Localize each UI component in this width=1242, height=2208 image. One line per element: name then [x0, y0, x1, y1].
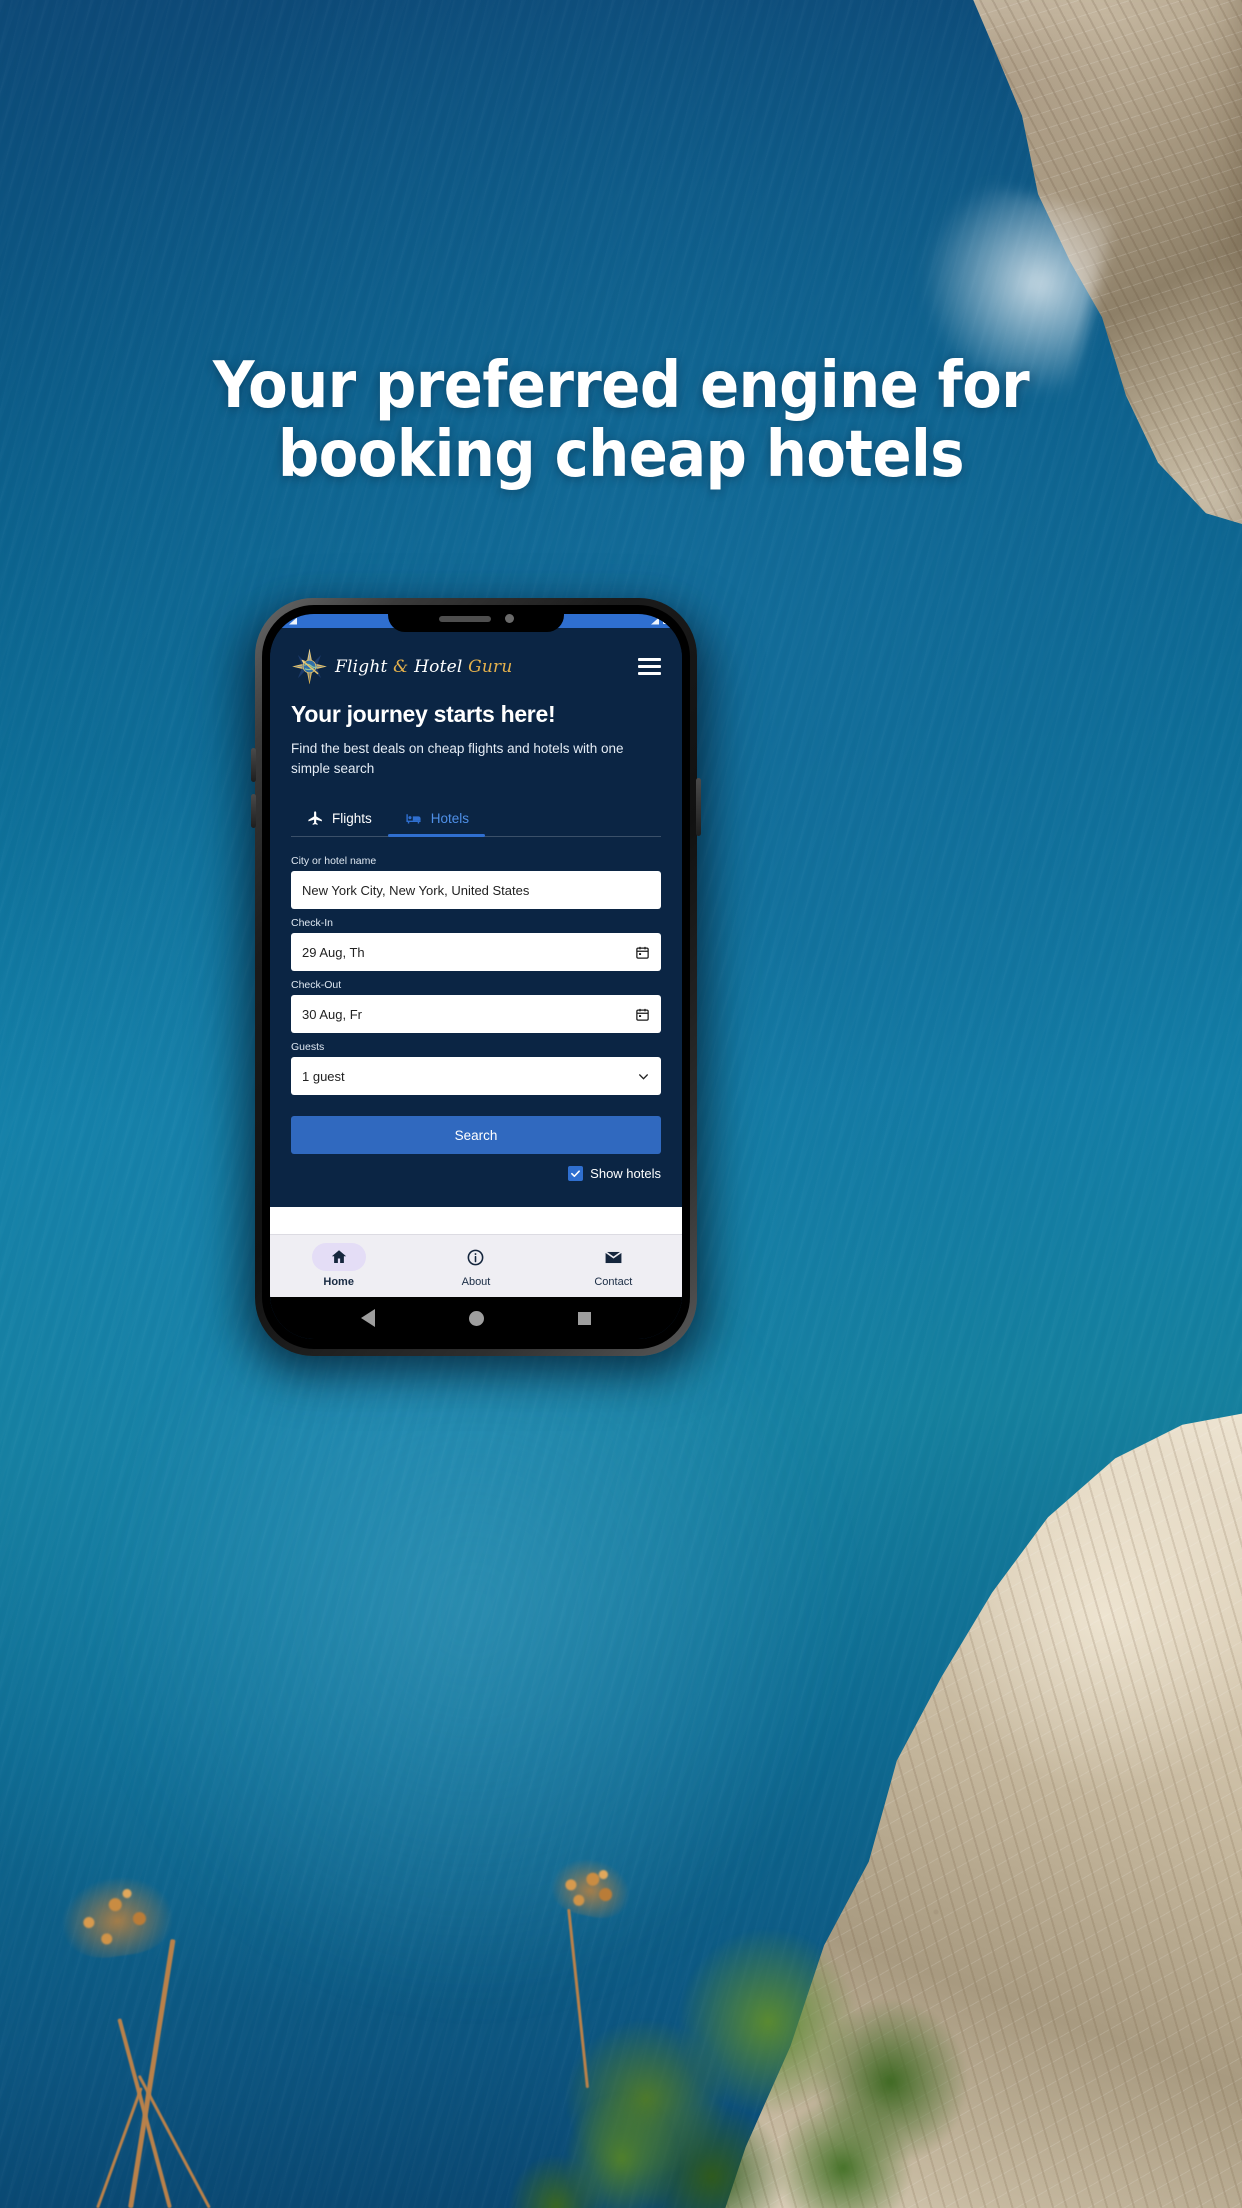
- field-destination: City or hotel name New York City, New Yo…: [291, 855, 661, 910]
- info-icon: [449, 1243, 503, 1271]
- signal-icon: [651, 617, 659, 625]
- nav-label-contact: Contact: [594, 1276, 633, 1288]
- phone-frame: Flight & Hotel Guru Your journey starts …: [251, 598, 701, 1356]
- hamburger-line: [638, 658, 661, 661]
- search-button[interactable]: Search: [291, 1116, 661, 1155]
- checkin-input[interactable]: 29 Aug, Th: [291, 933, 661, 972]
- guests-value: 1 guest: [302, 1068, 345, 1084]
- field-checkout: Check-Out 30 Aug, Fr: [291, 979, 661, 1034]
- logo-word-hotel: Hotel: [414, 656, 463, 677]
- field-guests: Guests 1 guest: [291, 1041, 661, 1096]
- volume-button[interactable]: [251, 794, 256, 828]
- hero-title: Your journey starts here!: [291, 701, 556, 727]
- checkin-label: Check-In: [291, 917, 334, 930]
- bed-icon: [404, 810, 423, 827]
- brand-logo-text: Flight & Hotel Guru: [335, 657, 513, 677]
- battery-icon: [663, 618, 675, 624]
- show-hotels-row[interactable]: Show hotels: [291, 1166, 661, 1182]
- page-headline: Your preferred engine for booking cheap …: [212, 349, 1030, 493]
- nav-label-about: About: [461, 1276, 491, 1288]
- wifi-icon: [277, 619, 285, 625]
- envelope-icon: [586, 1243, 640, 1271]
- back-triangle-icon[interactable]: [361, 1309, 375, 1327]
- guests-select[interactable]: 1 guest: [291, 1057, 661, 1096]
- calendar-icon[interactable]: [635, 1007, 650, 1022]
- nav-item-home[interactable]: Home: [270, 1243, 407, 1288]
- destination-label: City or hotel name: [291, 855, 377, 868]
- status-bar-left: [277, 617, 297, 625]
- compass-star-icon: [291, 648, 328, 685]
- logo-ampersand: &: [393, 656, 409, 677]
- phone-mockup: Flight & Hotel Guru Your journey starts …: [241, 598, 711, 1372]
- nav-item-contact[interactable]: Contact: [545, 1243, 682, 1288]
- phone-notch: [388, 605, 564, 632]
- hero-section: Your journey starts here! Find the best …: [270, 689, 682, 778]
- shrub-bottom-center: [472, 1948, 772, 2208]
- hero-subtitle: Find the best deals on cheap flights and…: [291, 741, 624, 776]
- android-navigation-bar: [270, 1297, 682, 1339]
- show-hotels-label: Show hotels: [590, 1166, 661, 1182]
- home-icon: [311, 1243, 366, 1271]
- why-use-section: Why use our search engine: Privacy & Coo…: [270, 1207, 682, 1234]
- checkout-value: 30 Aug, Fr: [302, 1006, 362, 1022]
- checkout-input[interactable]: 30 Aug, Fr: [291, 995, 661, 1034]
- chevron-down-icon: [637, 1070, 650, 1083]
- bottom-navigation: Home About Contact: [270, 1234, 682, 1297]
- checkout-label: Check-Out: [291, 979, 342, 992]
- app-header: Flight & Hotel Guru: [270, 628, 682, 689]
- logo-word-guru: Guru: [468, 656, 513, 677]
- show-hotels-checkbox[interactable]: [568, 1166, 584, 1182]
- hamburger-menu-icon[interactable]: [638, 658, 661, 675]
- phone-screen: Flight & Hotel Guru Your journey starts …: [270, 614, 682, 1339]
- nav-label-home: Home: [323, 1276, 354, 1288]
- tab-flights[interactable]: Flights: [291, 802, 388, 836]
- brand-logo[interactable]: Flight & Hotel Guru: [291, 648, 513, 685]
- hamburger-line: [638, 665, 661, 668]
- front-camera-icon: [504, 614, 514, 623]
- status-bar-right: [651, 617, 675, 625]
- tab-flights-label: Flights: [332, 811, 372, 827]
- app-scroll-area[interactable]: Flight & Hotel Guru Your journey starts …: [270, 628, 682, 1234]
- airplane-icon: [307, 810, 324, 827]
- destination-input[interactable]: New York City, New York, United States: [291, 871, 661, 910]
- volume-button[interactable]: [251, 748, 256, 782]
- field-checkin: Check-In 29 Aug, Th: [291, 917, 661, 972]
- logo-word-flight: Flight: [335, 656, 388, 677]
- phone-bezel: Flight & Hotel Guru Your journey starts …: [262, 605, 690, 1349]
- destination-value: New York City, New York, United States: [302, 882, 530, 898]
- tab-hotels[interactable]: Hotels: [387, 802, 486, 838]
- nav-item-about[interactable]: About: [407, 1243, 544, 1288]
- checkin-value: 29 Aug, Th: [302, 944, 365, 960]
- hamburger-line: [638, 672, 661, 675]
- guests-label: Guests: [291, 1041, 325, 1054]
- search-tabs: Flights Hotels: [291, 802, 661, 838]
- speaker-icon: [438, 615, 491, 622]
- signal-icon: [289, 617, 297, 625]
- power-button[interactable]: [696, 778, 701, 836]
- tab-hotels-label: Hotels: [430, 811, 470, 827]
- app-viewport: Flight & Hotel Guru Your journey starts …: [270, 628, 682, 1339]
- recents-square-icon[interactable]: [578, 1311, 591, 1325]
- hotel-search-form: City or hotel name New York City, New Yo…: [270, 837, 682, 1182]
- calendar-icon[interactable]: [635, 945, 650, 960]
- home-circle-icon[interactable]: [469, 1310, 484, 1326]
